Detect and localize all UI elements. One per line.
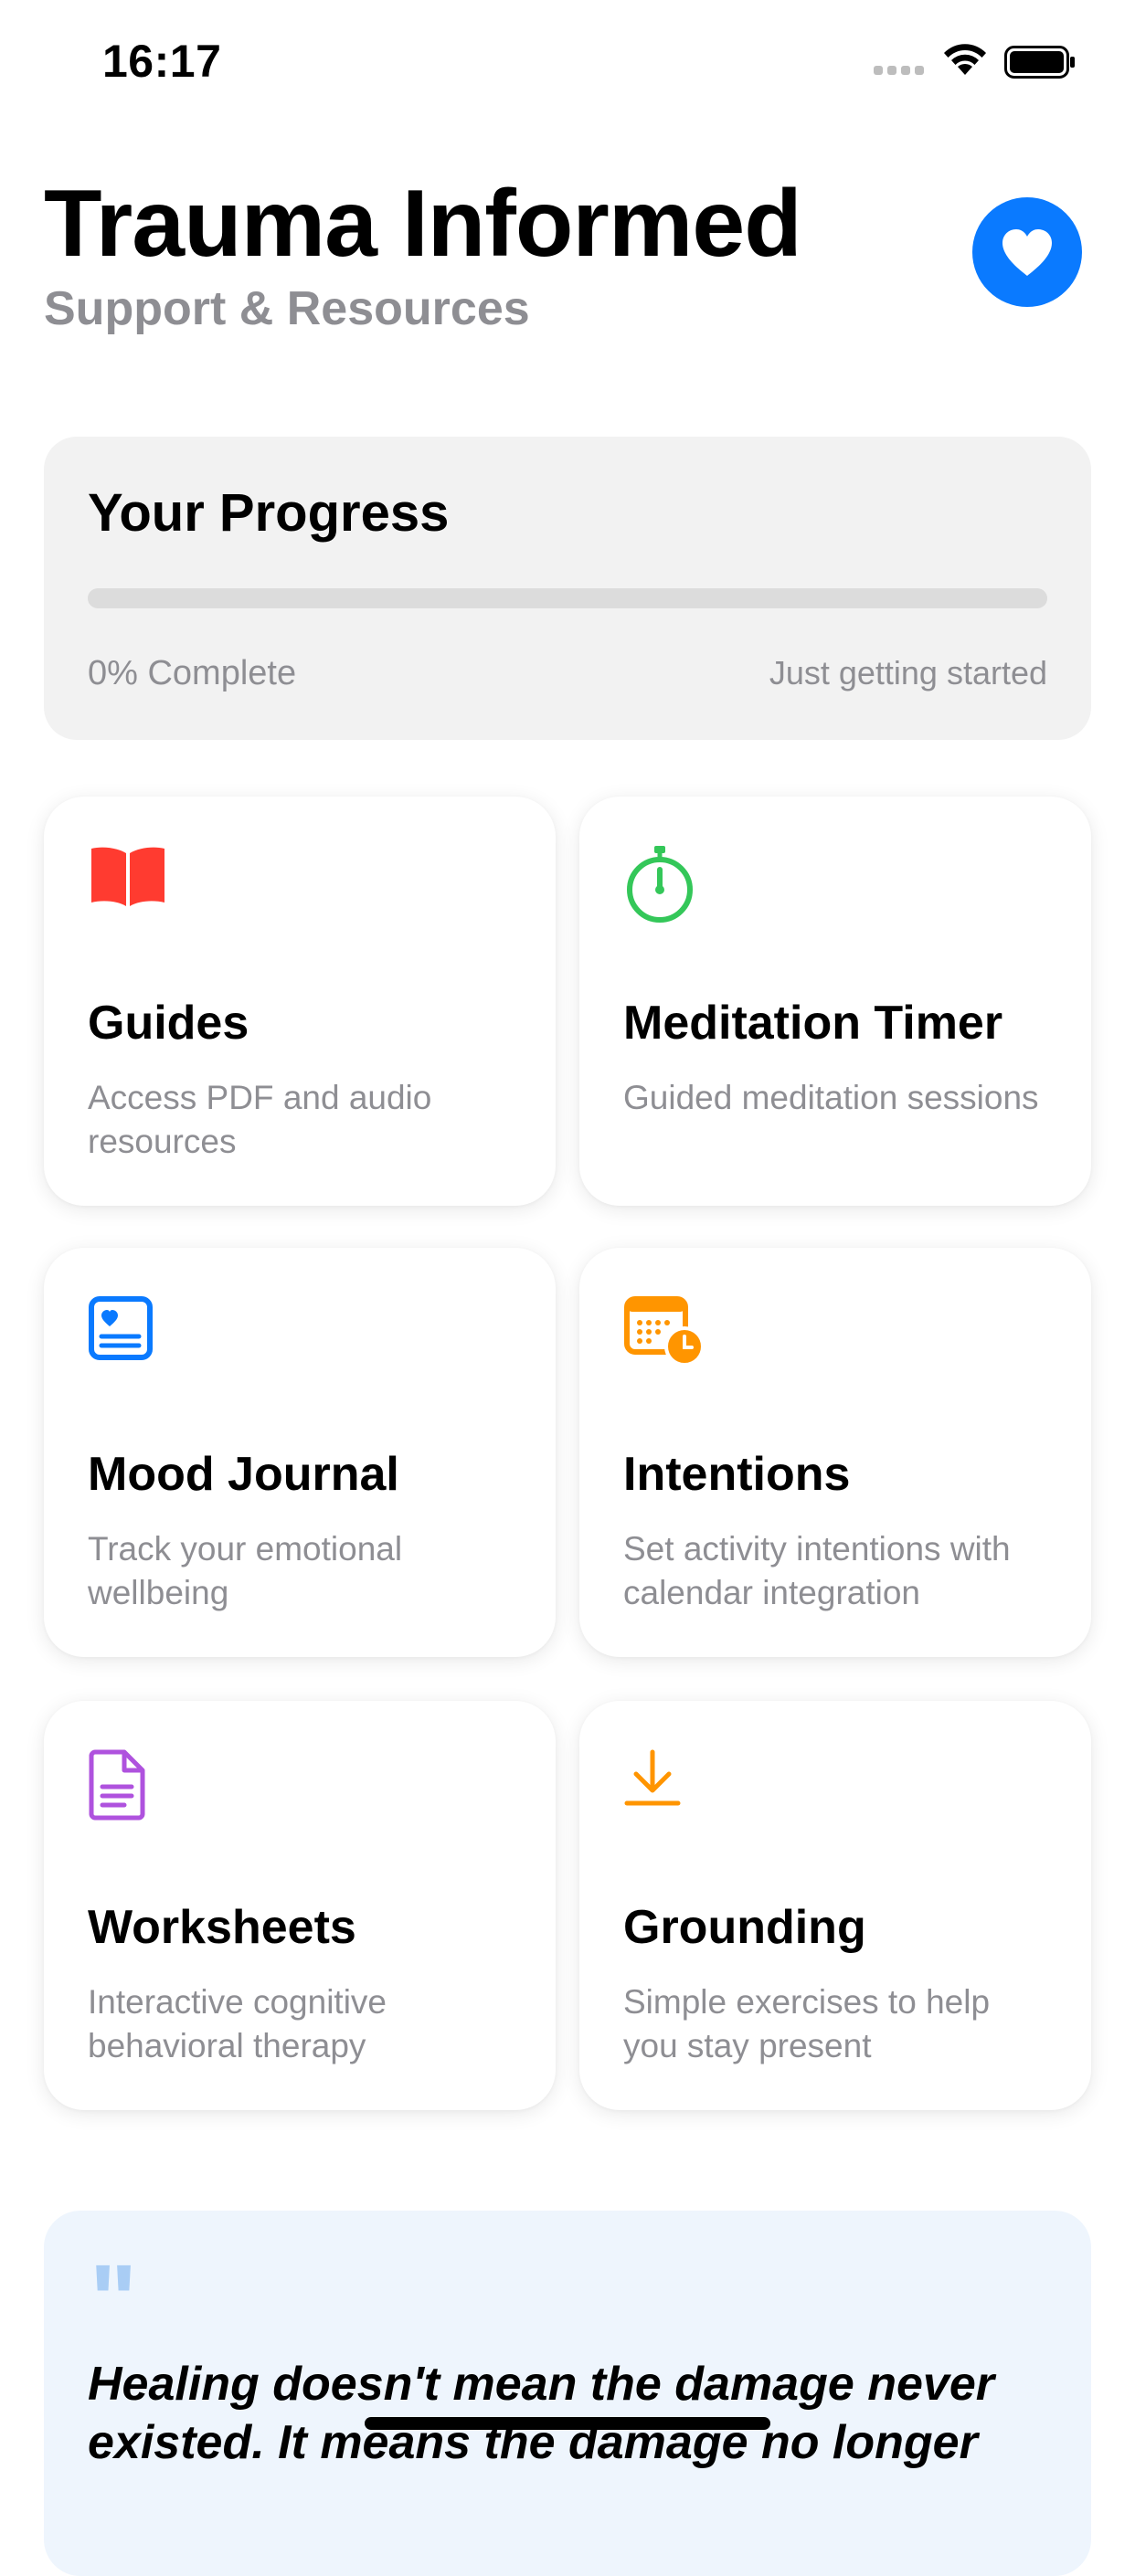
download-icon bbox=[623, 1748, 711, 1836]
card-title: Meditation Timer bbox=[623, 997, 1003, 1050]
home-indicator[interactable] bbox=[365, 2417, 770, 2430]
cellular-signal-icon bbox=[874, 66, 927, 77]
battery-icon bbox=[1004, 46, 1075, 79]
quote-mark-icon: " bbox=[90, 2244, 138, 2357]
card-title: Mood Journal bbox=[88, 1448, 399, 1501]
heart-icon bbox=[1002, 229, 1052, 276]
guides-card[interactable]: Guides Access PDF and audio resources bbox=[44, 797, 556, 1206]
card-description: Access PDF and audio resources bbox=[88, 1079, 432, 1160]
progress-status-label: Just getting started bbox=[769, 654, 1047, 692]
grounding-card[interactable]: Grounding Simple exercises to help you s… bbox=[579, 1701, 1091, 2110]
document-icon bbox=[88, 1748, 175, 1836]
card-title: Guides bbox=[88, 997, 249, 1050]
wifi-icon bbox=[944, 44, 986, 75]
card-description: Guided meditation sessions bbox=[623, 1079, 1039, 1116]
progress-percent-label: 0% Complete bbox=[88, 654, 297, 692]
card-title: Intentions bbox=[623, 1448, 851, 1501]
card-title: Grounding bbox=[623, 1901, 866, 1954]
quote-card: " Healing doesn't mean the damage never … bbox=[44, 2211, 1091, 2576]
book-icon bbox=[88, 844, 175, 932]
quote-text: Healing doesn't mean the damage never ex… bbox=[88, 2358, 994, 2469]
mood-journal-card[interactable]: Mood Journal Track your emotional wellbe… bbox=[44, 1248, 556, 1657]
progress-bar bbox=[88, 588, 1047, 608]
card-description: Interactive cognitive behavioral therapy bbox=[88, 1983, 387, 2064]
page-title: Trauma Informed bbox=[44, 171, 802, 277]
calendar-clock-icon bbox=[623, 1295, 711, 1383]
card-description: Set activity intentions with calendar in… bbox=[623, 1530, 1011, 1611]
card-description: Track your emotional wellbeing bbox=[88, 1530, 403, 1611]
worksheets-card[interactable]: Worksheets Interactive cognitive behavio… bbox=[44, 1701, 556, 2110]
favorites-button[interactable] bbox=[972, 197, 1082, 307]
progress-card: Your Progress 0% Complete Just getting s… bbox=[44, 437, 1091, 740]
journal-icon bbox=[88, 1295, 175, 1383]
page-subtitle: Support & Resources bbox=[44, 282, 530, 335]
intentions-card[interactable]: Intentions Set activity intentions with … bbox=[579, 1248, 1091, 1657]
meditation-timer-card[interactable]: Meditation Timer Guided meditation sessi… bbox=[579, 797, 1091, 1206]
progress-title: Your Progress bbox=[88, 483, 450, 543]
timer-icon bbox=[623, 844, 711, 932]
status-bar: 16:17 bbox=[0, 0, 1135, 122]
card-title: Worksheets bbox=[88, 1901, 356, 1954]
status-time: 16:17 bbox=[102, 36, 222, 87]
card-description: Simple exercises to help you stay presen… bbox=[623, 1983, 991, 2064]
